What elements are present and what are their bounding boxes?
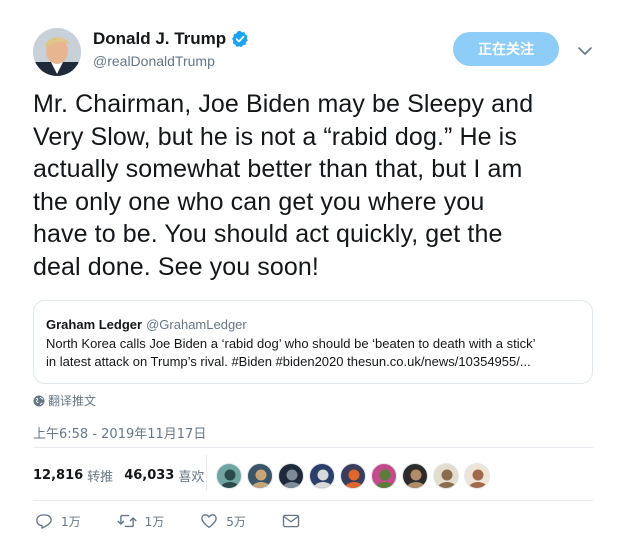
envelope-icon xyxy=(282,514,300,528)
reply-icon xyxy=(36,514,52,529)
likes-label[interactable]: 喜欢 xyxy=(178,466,204,485)
author-avatar[interactable] xyxy=(33,28,81,76)
following-button[interactable]: 正在关注 xyxy=(453,32,559,66)
tweet-timestamp[interactable]: 上午6:58 - 2019年11月17日 xyxy=(33,423,206,442)
author-display-name[interactable]: Donald J. Trump xyxy=(93,29,226,49)
divider xyxy=(33,500,593,501)
liker-avatar[interactable] xyxy=(340,463,366,489)
tweet-stats: 12,816 转推 46,033 喜欢 xyxy=(33,466,215,485)
globe-icon xyxy=(33,395,45,406)
liker-avatar[interactable] xyxy=(216,463,242,489)
like-count: 5万 xyxy=(226,514,246,529)
tweet-text-line: deal done. See you soon! xyxy=(33,252,319,281)
quoted-tweet-text-line: in latest attack on Trump’s rival. #Bide… xyxy=(46,354,531,369)
tweet-text-line: Mr. Chairman, Joe Biden may be Sleepy an… xyxy=(33,90,534,118)
translate-label: 翻译推文 xyxy=(48,394,97,408)
likes-count[interactable]: 46,033 xyxy=(124,468,174,483)
divider xyxy=(33,447,593,448)
liker-avatar[interactable] xyxy=(464,463,490,489)
retweets-label[interactable]: 转推 xyxy=(87,466,113,485)
liker-avatars xyxy=(216,463,495,489)
reply-count: 1万 xyxy=(61,514,81,529)
tweet-text-line: have to be. You should act quickly, get … xyxy=(33,220,503,248)
liker-avatar[interactable] xyxy=(247,463,273,489)
like-button[interactable]: 5万 xyxy=(200,512,246,530)
liker-avatar[interactable] xyxy=(402,463,428,489)
direct-message-button[interactable] xyxy=(282,513,308,529)
tweet-actions: 1万 1万 5万 xyxy=(35,512,344,530)
tweet-text-line: actually somewhat better than that, but … xyxy=(33,155,523,183)
retweet-icon xyxy=(117,514,137,528)
quoted-tweet-card[interactable]: Graham Ledger @GrahamLedger North Korea c… xyxy=(33,300,593,384)
quoted-tweet-text-line: North Korea calls Joe Biden a ‘rabid dog… xyxy=(46,336,536,351)
liker-avatar[interactable] xyxy=(433,463,459,489)
liker-avatar[interactable] xyxy=(309,463,335,489)
avatar-image xyxy=(33,28,81,76)
tweet-text-line: Very Slow, but he is not a “rabid dog.” … xyxy=(33,122,517,151)
tweet-text: Mr. Chairman, Joe Biden may be Sleepy an… xyxy=(33,88,603,283)
quoted-author-name: Graham Ledger xyxy=(46,317,143,332)
stats-separator xyxy=(206,455,207,491)
retweets-count[interactable]: 12,816 xyxy=(33,468,83,483)
tweet-text-line: the only one who can get you where you xyxy=(33,187,485,216)
author-handle[interactable]: @realDonaldTrump xyxy=(93,53,215,69)
author-name-row: Donald J. Trump xyxy=(93,29,249,49)
reply-button[interactable]: 1万 xyxy=(35,512,81,530)
liker-avatar[interactable] xyxy=(278,463,304,489)
quoted-tweet-header: Graham Ledger @GrahamLedger xyxy=(46,317,247,332)
liker-avatar[interactable] xyxy=(371,463,397,489)
chevron-down-icon[interactable] xyxy=(575,41,595,61)
heart-icon xyxy=(201,514,218,529)
retweet-button[interactable]: 1万 xyxy=(117,512,165,530)
retweet-count: 1万 xyxy=(144,514,165,529)
quoted-author-handle: @GrahamLedger xyxy=(146,317,247,332)
translate-tweet-link[interactable]: 翻译推文 xyxy=(33,392,96,409)
verified-badge-icon xyxy=(232,30,248,48)
